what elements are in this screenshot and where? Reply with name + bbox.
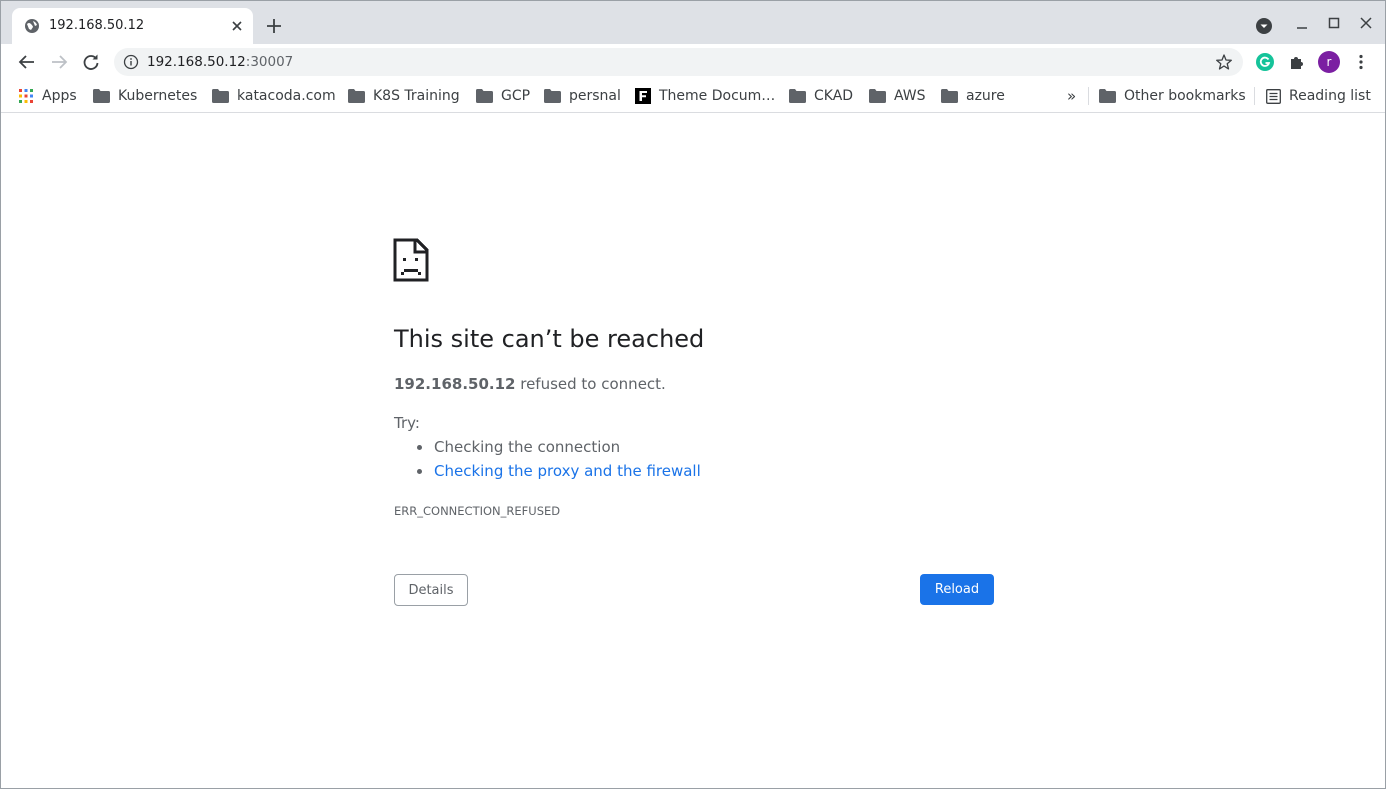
bookmark-folder-k8s-training[interactable]: K8S Training [348, 85, 460, 107]
bookmark-folder-other[interactable]: Other bookmarks [1099, 85, 1246, 107]
back-icon[interactable] [16, 51, 38, 73]
globe-icon [25, 19, 39, 33]
folder-icon [941, 89, 958, 103]
error-description: 192.168.50.12 refused to connect. [394, 375, 666, 393]
info-icon[interactable] [123, 54, 139, 70]
bookmark-folder-katacoda[interactable]: katacoda.com [212, 85, 336, 107]
bookmarks-bar: Apps Kubernetes katacoda.com K8S Trainin… [1, 80, 1385, 113]
bookmark-apps[interactable]: Apps [18, 85, 77, 107]
grammarly-icon[interactable] [1255, 52, 1275, 72]
bookmark-label: Kubernetes [118, 88, 198, 104]
sad-page-icon [393, 238, 429, 282]
bookmark-folder-kubernetes[interactable]: Kubernetes [93, 85, 197, 107]
bookmark-label: Theme Docum… [659, 88, 776, 104]
details-button[interactable]: Details [394, 574, 468, 606]
error-host: 192.168.50.12 [394, 375, 516, 393]
bookmark-folder-azure[interactable]: azure [941, 85, 1005, 107]
reading-list-label: Reading list [1289, 88, 1371, 104]
folder-icon [212, 89, 229, 103]
bookmarks-overflow-chevron[interactable]: » [1067, 85, 1076, 107]
error-heading: This site can’t be reached [394, 325, 705, 353]
try-label: Try: [394, 414, 420, 432]
profile-avatar[interactable]: r [1318, 51, 1340, 73]
menu-kebab-icon[interactable] [1351, 52, 1371, 72]
maximize-icon[interactable] [1324, 14, 1344, 34]
folder-icon [789, 89, 806, 103]
f-logo-icon [635, 88, 651, 104]
folder-icon [476, 89, 493, 103]
folder-icon [93, 89, 110, 103]
bookmark-label: Other bookmarks [1124, 88, 1246, 104]
close-tab-icon[interactable] [228, 17, 246, 35]
bookmark-label: K8S Training [373, 88, 460, 104]
bookmark-label: AWS [894, 88, 926, 104]
new-tab-icon[interactable] [264, 16, 284, 36]
folder-icon [1099, 89, 1116, 103]
error-message: refused to connect. [515, 375, 666, 393]
bookmark-folder-gcp[interactable]: GCP [476, 85, 530, 107]
proxy-firewall-link[interactable]: Checking the proxy and the firewall [434, 462, 701, 480]
active-tab[interactable]: 192.168.50.12 [12, 8, 253, 44]
tab-search-icon[interactable] [1255, 17, 1273, 35]
url-host: 192.168.50.12 [147, 54, 246, 70]
suggestion-item: Checking the connection [417, 437, 701, 461]
error-page: This site can’t be reached 192.168.50.12… [1, 114, 1385, 788]
address-bar[interactable]: 192.168.50.12:30007 [114, 48, 1243, 76]
apps-grid-icon [19, 89, 33, 103]
extensions-puzzle-icon[interactable] [1287, 52, 1307, 72]
bookmark-label: GCP [501, 88, 531, 104]
toolbar: 192.168.50.12:30007 r [1, 44, 1385, 80]
bookmarks-divider [1088, 87, 1089, 105]
bookmark-folder-persnal[interactable]: persnal [544, 85, 621, 107]
reading-list-icon [1266, 88, 1281, 104]
forward-icon[interactable] [48, 51, 70, 73]
bookmarks-divider [1254, 87, 1255, 105]
reading-list[interactable]: Reading list [1266, 85, 1371, 107]
bookmark-folder-aws[interactable]: AWS [869, 85, 926, 107]
tab-strip: 192.168.50.12 [1, 1, 1385, 44]
tab-title: 192.168.50.12 [49, 18, 145, 33]
browser-window: 192.168.50.12 192.168.50.12:30007 r Apps… [0, 0, 1386, 789]
folder-icon [348, 89, 365, 103]
reload-button[interactable]: Reload [920, 574, 994, 605]
folder-icon [544, 89, 561, 103]
close-window-icon[interactable] [1356, 14, 1376, 34]
bookmark-theme-docum[interactable]: Theme Docum… [635, 85, 775, 107]
bookmark-star-icon[interactable] [1215, 53, 1233, 71]
bookmark-label: katacoda.com [237, 88, 336, 104]
bookmark-label: CKAD [814, 88, 854, 104]
suggestions-list: Checking the connection Checking the pro… [417, 437, 701, 485]
minimize-icon[interactable] [1292, 14, 1312, 34]
bookmark-label: Apps [42, 88, 77, 104]
bookmark-label: azure [966, 88, 1005, 104]
error-code: ERR_CONNECTION_REFUSED [394, 504, 561, 518]
bookmark-folder-ckad[interactable]: CKAD [789, 85, 853, 107]
url-port: :30007 [245, 54, 294, 70]
reload-icon[interactable] [80, 51, 102, 73]
suggestion-item-link[interactable]: Checking the proxy and the firewall [417, 461, 701, 485]
folder-icon [869, 89, 886, 103]
url-text[interactable]: 192.168.50.12:30007 [147, 54, 293, 70]
bookmark-label: persnal [569, 88, 621, 104]
